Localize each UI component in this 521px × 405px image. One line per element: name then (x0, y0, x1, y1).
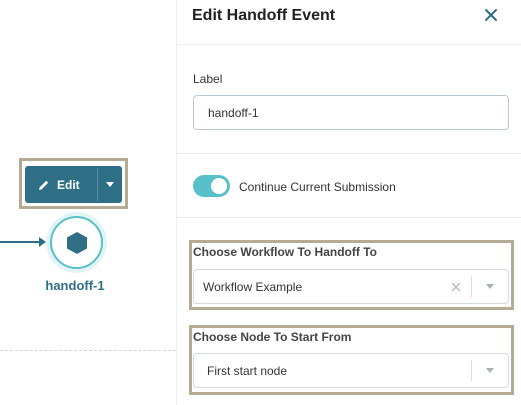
chevron-down-icon (486, 368, 494, 373)
label-input[interactable] (193, 95, 509, 130)
edit-split-button[interactable]: Edit (25, 166, 122, 203)
close-button[interactable] (482, 6, 500, 24)
toggle-label: Continue Current Submission (239, 180, 396, 194)
handoff-node[interactable] (46, 212, 107, 273)
connector-line (0, 241, 40, 243)
node-label: handoff-1 (45, 278, 105, 293)
workflow-select-label: Choose Workflow To Handoff To (193, 245, 377, 259)
hexagon-icon (66, 231, 87, 254)
node-select-label: Choose Node To Start From (193, 330, 352, 344)
node-circle (50, 216, 103, 269)
edit-button[interactable]: Edit (25, 166, 97, 203)
workflow-select-value: Workflow Example (203, 279, 303, 294)
edit-dropdown-toggle[interactable] (98, 166, 122, 203)
clear-selection-button[interactable] (441, 270, 471, 303)
node-select-dropdown[interactable] (472, 354, 508, 387)
chevron-down-icon (486, 284, 494, 289)
section-divider (177, 153, 521, 154)
close-icon (485, 9, 497, 21)
toggle-knob (211, 178, 227, 194)
workflow-select[interactable]: Workflow Example (193, 269, 509, 304)
canvas-divider (0, 350, 176, 351)
workflow-select-dropdown[interactable] (472, 270, 508, 303)
label-field-label: Label (193, 72, 223, 86)
panel-title: Edit Handoff Event (192, 7, 336, 24)
header-divider (177, 44, 521, 45)
section-divider (177, 217, 521, 218)
clear-icon (451, 282, 461, 291)
connector-arrow-icon (39, 237, 46, 247)
edit-panel: Edit Handoff Event Label Continue Curren… (176, 0, 521, 405)
edit-button-label: Edit (57, 177, 80, 192)
node-select[interactable]: First start node (193, 353, 509, 388)
node-select-value: First start node (207, 363, 288, 378)
pencil-icon (39, 180, 49, 190)
continue-submission-toggle[interactable] (193, 175, 230, 197)
caret-down-icon (106, 182, 114, 187)
workflow-canvas: Edit handoff-1 (0, 0, 176, 405)
